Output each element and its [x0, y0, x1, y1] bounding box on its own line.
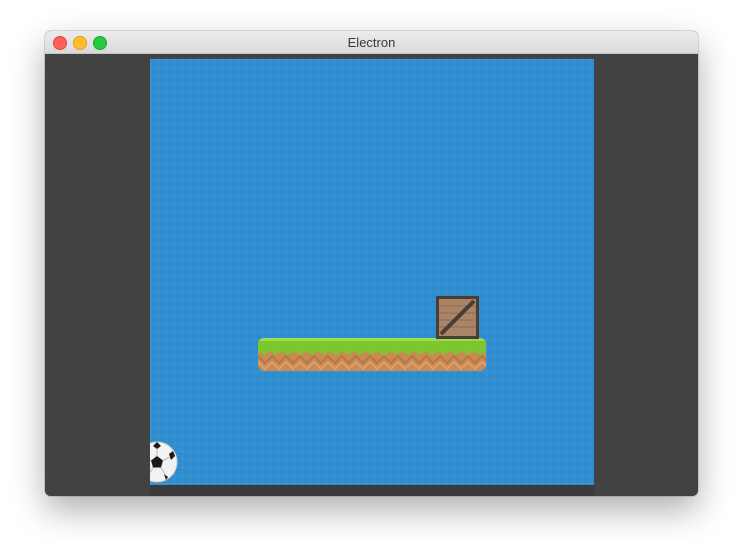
canvas-bottom-strip [150, 485, 594, 496]
title-bar[interactable]: Electron [45, 31, 698, 54]
window-title: Electron [347, 35, 396, 50]
app-window: Electron [45, 31, 698, 496]
window-content [45, 54, 698, 496]
game-canvas[interactable] [150, 59, 594, 485]
grass-platform [258, 338, 486, 371]
wooden-crate [436, 296, 479, 339]
soccer-ball [150, 441, 178, 483]
